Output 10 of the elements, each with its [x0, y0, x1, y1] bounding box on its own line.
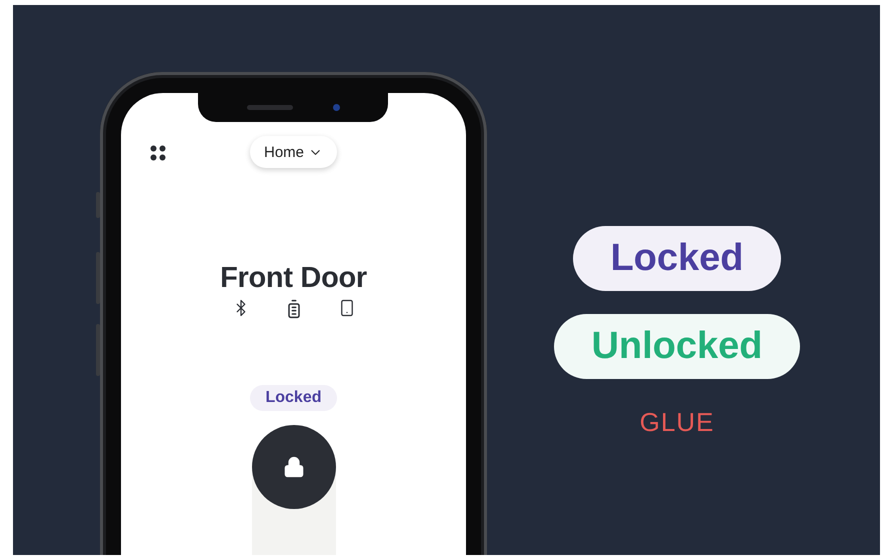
- grid-menu-icon[interactable]: [150, 145, 166, 161]
- brand-logo: GLUE: [640, 407, 714, 438]
- camera-lens: [332, 104, 340, 111]
- location-dropdown[interactable]: Home: [250, 136, 337, 168]
- status-badge: Locked: [573, 226, 781, 291]
- lock-status-badge: Locked: [250, 385, 336, 411]
- status-badge: Unlocked: [554, 314, 800, 379]
- lock-icon: [282, 456, 304, 478]
- speaker-grille: [246, 105, 292, 110]
- device-title: Front Door: [220, 262, 367, 295]
